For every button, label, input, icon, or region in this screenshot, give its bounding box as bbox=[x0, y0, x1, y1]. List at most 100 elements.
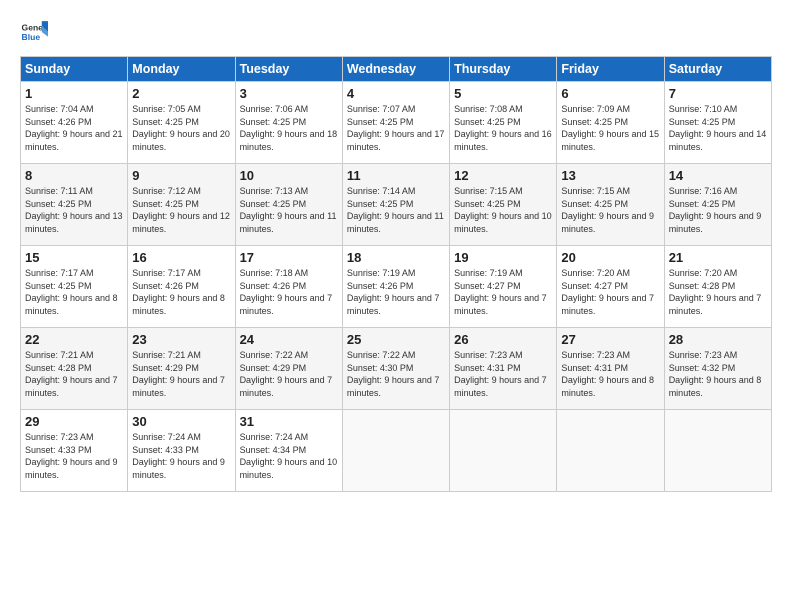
calendar-cell: 17 Sunrise: 7:18 AMSunset: 4:26 PMDaylig… bbox=[235, 246, 342, 328]
day-info: Sunrise: 7:09 AMSunset: 4:25 PMDaylight:… bbox=[561, 103, 659, 153]
weekday-header-sunday: Sunday bbox=[21, 57, 128, 82]
day-info: Sunrise: 7:08 AMSunset: 4:25 PMDaylight:… bbox=[454, 103, 552, 153]
calendar-cell: 25 Sunrise: 7:22 AMSunset: 4:30 PMDaylig… bbox=[342, 328, 449, 410]
calendar-cell: 16 Sunrise: 7:17 AMSunset: 4:26 PMDaylig… bbox=[128, 246, 235, 328]
calendar-cell: 6 Sunrise: 7:09 AMSunset: 4:25 PMDayligh… bbox=[557, 82, 664, 164]
day-info: Sunrise: 7:22 AMSunset: 4:30 PMDaylight:… bbox=[347, 349, 445, 399]
logo: General Blue bbox=[20, 18, 50, 46]
day-info: Sunrise: 7:13 AMSunset: 4:25 PMDaylight:… bbox=[240, 185, 338, 235]
calendar-header-row: SundayMondayTuesdayWednesdayThursdayFrid… bbox=[21, 57, 772, 82]
calendar-body: 1 Sunrise: 7:04 AMSunset: 4:26 PMDayligh… bbox=[21, 82, 772, 492]
day-number: 26 bbox=[454, 332, 552, 347]
calendar-cell: 15 Sunrise: 7:17 AMSunset: 4:25 PMDaylig… bbox=[21, 246, 128, 328]
calendar-cell bbox=[664, 410, 771, 492]
calendar-cell: 20 Sunrise: 7:20 AMSunset: 4:27 PMDaylig… bbox=[557, 246, 664, 328]
day-info: Sunrise: 7:07 AMSunset: 4:25 PMDaylight:… bbox=[347, 103, 445, 153]
day-info: Sunrise: 7:15 AMSunset: 4:25 PMDaylight:… bbox=[561, 185, 659, 235]
day-info: Sunrise: 7:23 AMSunset: 4:31 PMDaylight:… bbox=[454, 349, 552, 399]
calendar-cell: 22 Sunrise: 7:21 AMSunset: 4:28 PMDaylig… bbox=[21, 328, 128, 410]
day-number: 23 bbox=[132, 332, 230, 347]
weekday-header-tuesday: Tuesday bbox=[235, 57, 342, 82]
calendar-cell bbox=[450, 410, 557, 492]
day-number: 18 bbox=[347, 250, 445, 265]
calendar-table: SundayMondayTuesdayWednesdayThursdayFrid… bbox=[20, 56, 772, 492]
day-info: Sunrise: 7:14 AMSunset: 4:25 PMDaylight:… bbox=[347, 185, 445, 235]
day-number: 29 bbox=[25, 414, 123, 429]
weekday-header-monday: Monday bbox=[128, 57, 235, 82]
calendar-cell: 30 Sunrise: 7:24 AMSunset: 4:33 PMDaylig… bbox=[128, 410, 235, 492]
calendar-week-5: 29 Sunrise: 7:23 AMSunset: 4:33 PMDaylig… bbox=[21, 410, 772, 492]
day-number: 13 bbox=[561, 168, 659, 183]
day-info: Sunrise: 7:20 AMSunset: 4:28 PMDaylight:… bbox=[669, 267, 767, 317]
day-number: 19 bbox=[454, 250, 552, 265]
calendar-cell: 2 Sunrise: 7:05 AMSunset: 4:25 PMDayligh… bbox=[128, 82, 235, 164]
day-info: Sunrise: 7:04 AMSunset: 4:26 PMDaylight:… bbox=[25, 103, 123, 153]
day-info: Sunrise: 7:18 AMSunset: 4:26 PMDaylight:… bbox=[240, 267, 338, 317]
calendar-cell: 27 Sunrise: 7:23 AMSunset: 4:31 PMDaylig… bbox=[557, 328, 664, 410]
day-number: 28 bbox=[669, 332, 767, 347]
day-number: 21 bbox=[669, 250, 767, 265]
calendar-cell: 1 Sunrise: 7:04 AMSunset: 4:26 PMDayligh… bbox=[21, 82, 128, 164]
day-number: 31 bbox=[240, 414, 338, 429]
calendar-cell: 24 Sunrise: 7:22 AMSunset: 4:29 PMDaylig… bbox=[235, 328, 342, 410]
day-info: Sunrise: 7:23 AMSunset: 4:33 PMDaylight:… bbox=[25, 431, 123, 481]
day-info: Sunrise: 7:15 AMSunset: 4:25 PMDaylight:… bbox=[454, 185, 552, 235]
day-number: 1 bbox=[25, 86, 123, 101]
day-info: Sunrise: 7:21 AMSunset: 4:29 PMDaylight:… bbox=[132, 349, 230, 399]
weekday-header-thursday: Thursday bbox=[450, 57, 557, 82]
calendar-cell: 31 Sunrise: 7:24 AMSunset: 4:34 PMDaylig… bbox=[235, 410, 342, 492]
calendar-week-1: 1 Sunrise: 7:04 AMSunset: 4:26 PMDayligh… bbox=[21, 82, 772, 164]
day-number: 9 bbox=[132, 168, 230, 183]
day-number: 22 bbox=[25, 332, 123, 347]
calendar-cell: 19 Sunrise: 7:19 AMSunset: 4:27 PMDaylig… bbox=[450, 246, 557, 328]
calendar-cell: 13 Sunrise: 7:15 AMSunset: 4:25 PMDaylig… bbox=[557, 164, 664, 246]
day-number: 24 bbox=[240, 332, 338, 347]
day-number: 20 bbox=[561, 250, 659, 265]
day-number: 3 bbox=[240, 86, 338, 101]
day-number: 11 bbox=[347, 168, 445, 183]
day-info: Sunrise: 7:11 AMSunset: 4:25 PMDaylight:… bbox=[25, 185, 123, 235]
calendar-week-3: 15 Sunrise: 7:17 AMSunset: 4:25 PMDaylig… bbox=[21, 246, 772, 328]
day-number: 25 bbox=[347, 332, 445, 347]
calendar-cell: 11 Sunrise: 7:14 AMSunset: 4:25 PMDaylig… bbox=[342, 164, 449, 246]
weekday-header-wednesday: Wednesday bbox=[342, 57, 449, 82]
day-number: 15 bbox=[25, 250, 123, 265]
calendar-cell: 10 Sunrise: 7:13 AMSunset: 4:25 PMDaylig… bbox=[235, 164, 342, 246]
logo-icon: General Blue bbox=[20, 18, 48, 46]
day-number: 17 bbox=[240, 250, 338, 265]
day-info: Sunrise: 7:22 AMSunset: 4:29 PMDaylight:… bbox=[240, 349, 338, 399]
calendar-cell: 29 Sunrise: 7:23 AMSunset: 4:33 PMDaylig… bbox=[21, 410, 128, 492]
day-number: 12 bbox=[454, 168, 552, 183]
day-number: 6 bbox=[561, 86, 659, 101]
day-info: Sunrise: 7:12 AMSunset: 4:25 PMDaylight:… bbox=[132, 185, 230, 235]
calendar-cell: 9 Sunrise: 7:12 AMSunset: 4:25 PMDayligh… bbox=[128, 164, 235, 246]
weekday-header-friday: Friday bbox=[557, 57, 664, 82]
day-number: 10 bbox=[240, 168, 338, 183]
weekday-header-saturday: Saturday bbox=[664, 57, 771, 82]
calendar-cell: 7 Sunrise: 7:10 AMSunset: 4:25 PMDayligh… bbox=[664, 82, 771, 164]
day-number: 8 bbox=[25, 168, 123, 183]
day-number: 27 bbox=[561, 332, 659, 347]
calendar-cell: 3 Sunrise: 7:06 AMSunset: 4:25 PMDayligh… bbox=[235, 82, 342, 164]
calendar-cell: 12 Sunrise: 7:15 AMSunset: 4:25 PMDaylig… bbox=[450, 164, 557, 246]
day-info: Sunrise: 7:19 AMSunset: 4:27 PMDaylight:… bbox=[454, 267, 552, 317]
day-info: Sunrise: 7:21 AMSunset: 4:28 PMDaylight:… bbox=[25, 349, 123, 399]
day-number: 7 bbox=[669, 86, 767, 101]
calendar-cell: 28 Sunrise: 7:23 AMSunset: 4:32 PMDaylig… bbox=[664, 328, 771, 410]
day-number: 14 bbox=[669, 168, 767, 183]
day-info: Sunrise: 7:06 AMSunset: 4:25 PMDaylight:… bbox=[240, 103, 338, 153]
day-info: Sunrise: 7:17 AMSunset: 4:25 PMDaylight:… bbox=[25, 267, 123, 317]
calendar-week-2: 8 Sunrise: 7:11 AMSunset: 4:25 PMDayligh… bbox=[21, 164, 772, 246]
day-info: Sunrise: 7:24 AMSunset: 4:33 PMDaylight:… bbox=[132, 431, 230, 481]
day-info: Sunrise: 7:05 AMSunset: 4:25 PMDaylight:… bbox=[132, 103, 230, 153]
calendar-cell: 4 Sunrise: 7:07 AMSunset: 4:25 PMDayligh… bbox=[342, 82, 449, 164]
day-number: 30 bbox=[132, 414, 230, 429]
day-info: Sunrise: 7:10 AMSunset: 4:25 PMDaylight:… bbox=[669, 103, 767, 153]
day-info: Sunrise: 7:20 AMSunset: 4:27 PMDaylight:… bbox=[561, 267, 659, 317]
calendar-cell: 23 Sunrise: 7:21 AMSunset: 4:29 PMDaylig… bbox=[128, 328, 235, 410]
day-info: Sunrise: 7:23 AMSunset: 4:31 PMDaylight:… bbox=[561, 349, 659, 399]
day-number: 16 bbox=[132, 250, 230, 265]
day-info: Sunrise: 7:23 AMSunset: 4:32 PMDaylight:… bbox=[669, 349, 767, 399]
calendar-cell bbox=[342, 410, 449, 492]
calendar-cell: 18 Sunrise: 7:19 AMSunset: 4:26 PMDaylig… bbox=[342, 246, 449, 328]
